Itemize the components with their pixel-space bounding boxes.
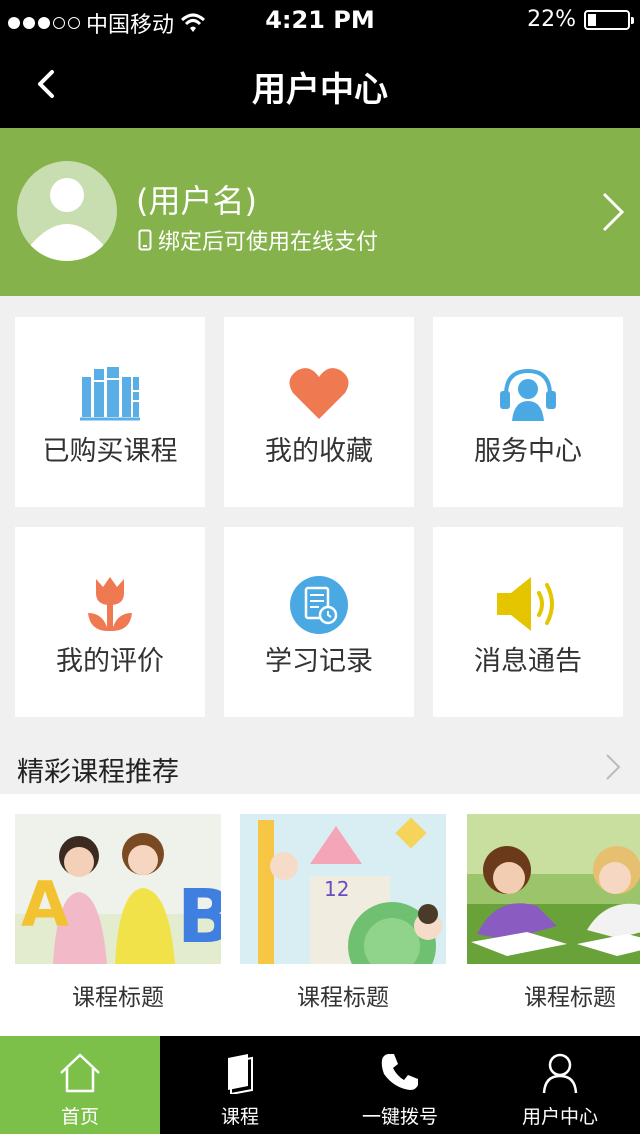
bind-tip[interactable]: 绑定后可使用在线支付: [138, 224, 378, 256]
battery-percent: 22%: [527, 7, 576, 32]
tab-label: 一键拨号: [361, 1106, 438, 1128]
home-icon: [60, 1053, 100, 1093]
course-title: 课程标题: [297, 985, 389, 1011]
tab-label: 用户中心: [521, 1106, 598, 1128]
grid-item-purchased-courses[interactable]: 已购买课程: [15, 317, 205, 507]
course-card[interactable]: A B 课程标题: [15, 814, 221, 1012]
speaker-icon: [497, 577, 554, 631]
grid-item-favorites[interactable]: 我的收藏: [224, 317, 414, 507]
books-icon: [80, 367, 140, 421]
grid-item-study-records[interactable]: 学习记录: [224, 527, 414, 717]
battery-icon: [584, 9, 634, 30]
page-title: 用户中心: [252, 70, 388, 110]
recommend-title: 精彩课程推荐: [17, 757, 179, 788]
svg-text:A: A: [21, 868, 69, 941]
tab-bar: 首页 课程 一键拨号 用户中心: [0, 1036, 640, 1134]
grid-item-label: 学习记录: [265, 646, 373, 677]
profile-header[interactable]: (用户名) 绑定后可使用在线支付: [0, 128, 640, 296]
default-avatar-icon: [29, 178, 105, 261]
chevron-right-icon[interactable]: [604, 752, 622, 782]
course-title: 课程标题: [524, 985, 616, 1011]
tab-label: 首页: [60, 1106, 99, 1128]
recommend-header[interactable]: 精彩课程推荐: [0, 736, 640, 794]
grid-item-label: 服务中心: [474, 436, 582, 467]
study-record-icon: [290, 576, 348, 634]
tab-label: 课程: [220, 1106, 259, 1128]
tab-user-center[interactable]: 用户中心: [480, 1036, 640, 1134]
chevron-right-icon[interactable]: [600, 190, 626, 234]
course-title: 课程标题: [72, 985, 164, 1011]
headset-icon: [500, 368, 556, 421]
username: (用户名): [136, 182, 257, 220]
course-thumbnail: [467, 814, 640, 964]
grid-item-service-center[interactable]: 服务中心: [433, 317, 623, 507]
heart-icon: [289, 368, 349, 419]
tulip-icon: [88, 577, 132, 631]
tab-home[interactable]: 首页: [0, 1036, 160, 1134]
grid-item-label: 我的评价: [56, 646, 164, 677]
avatar[interactable]: [17, 161, 117, 261]
phone-icon: [381, 1054, 418, 1090]
course-thumbnail: 12: [240, 814, 446, 964]
bind-tip-text: 绑定后可使用在线支付: [158, 230, 379, 255]
grid-item-label: 我的收藏: [265, 436, 373, 467]
grid-item-label: 已购买课程: [42, 436, 178, 467]
course-carousel[interactable]: A B 课程标题 12 课程标题 课程标题: [0, 794, 640, 1036]
tab-courses[interactable]: 课程: [160, 1036, 320, 1134]
user-icon: [542, 1053, 578, 1094]
grid-item-my-reviews[interactable]: 我的评价: [15, 527, 205, 717]
tab-quick-dial[interactable]: 一键拨号: [320, 1036, 480, 1134]
svg-text:B: B: [177, 874, 221, 960]
grid-item-label: 消息通告: [474, 646, 582, 677]
grid-item-announcements[interactable]: 消息通告: [433, 527, 623, 717]
course-card[interactable]: 12 课程标题: [240, 814, 446, 1012]
svg-text:12: 12: [324, 877, 349, 901]
phone-small-icon: [138, 229, 152, 251]
status-bar: 中国移动 4:21 PM 22%: [0, 0, 640, 40]
course-card[interactable]: 课程标题: [467, 814, 640, 1012]
nav-bar: 用户中心: [0, 40, 640, 128]
course-thumbnail: A B: [15, 814, 221, 964]
book-icon: [228, 1054, 253, 1094]
